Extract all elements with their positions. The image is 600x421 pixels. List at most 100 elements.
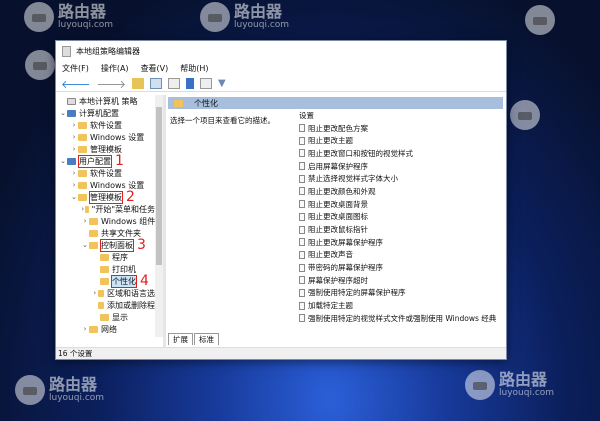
expand-chevron-icon[interactable]: › <box>81 217 89 225</box>
policy-icon <box>299 136 305 145</box>
setting-item[interactable]: 加载特定主题 <box>293 299 503 312</box>
properties-icon[interactable] <box>200 78 212 89</box>
folder-icon <box>89 217 98 225</box>
setting-item[interactable]: 屏幕保护程序超时 <box>293 274 503 287</box>
tree-item[interactable]: 本地计算机 策略 <box>57 95 163 107</box>
setting-item[interactable]: 阻止更改鼠标指针 <box>293 223 503 236</box>
watermark <box>525 5 555 35</box>
menu-item[interactable]: 查看(V) <box>141 63 169 74</box>
tree-item[interactable]: 程序 <box>57 251 163 263</box>
policy-icon <box>299 301 305 310</box>
tab-extended[interactable]: 扩展 <box>168 333 193 345</box>
window-title: 本地组策略编辑器 <box>76 46 140 56</box>
setting-item[interactable]: 阻止更改配色方案 <box>293 122 503 135</box>
setting-item[interactable]: 阻止更改桌面图标 <box>293 211 503 224</box>
up-folder-icon[interactable] <box>132 78 144 89</box>
policy-icon <box>299 174 305 183</box>
setting-label: 阻止更改桌面图标 <box>308 212 368 222</box>
setting-item[interactable]: 启用屏幕保护程序 <box>293 160 503 173</box>
setting-item[interactable]: 带密码的屏幕保护程序 <box>293 261 503 274</box>
expand-chevron-icon[interactable]: › <box>70 181 78 189</box>
folder-icon <box>67 109 76 117</box>
details-pane: 个性化 选择一个项目来查看它的描述。 设置 阻止更改配色方案 阻止更改主题阻止更改… <box>166 95 505 347</box>
tree-item[interactable]: 个性化 4 <box>57 274 163 288</box>
toolbar: 🡐 🡒 ▼ <box>56 76 506 92</box>
folder-icon <box>78 133 87 141</box>
expand-chevron-icon[interactable]: ⌄ <box>59 157 67 165</box>
tree-item[interactable]: › "开始"菜单和任务栏 <box>57 203 163 215</box>
setting-item[interactable]: 强制使用特定的屏幕保护程序 <box>293 287 503 300</box>
setting-label: 阻止更改窗口和按钮的视觉样式 <box>308 148 413 158</box>
tree-item-label: 网络 <box>101 324 117 334</box>
tree-item[interactable]: ⌄ 用户配置 1 <box>57 153 163 169</box>
setting-item[interactable]: 阻止更改颜色和外观 <box>293 185 503 198</box>
setting-label: 带密码的屏幕保护程序 <box>308 263 383 273</box>
setting-item[interactable]: 阻止更改屏幕保护程序 <box>293 236 503 249</box>
setting-item[interactable]: 强制使用特定的视觉样式文件或强制使用 Windows 经典 <box>293 312 503 325</box>
tree-item-label: Windows 设置 <box>90 180 145 190</box>
expand-chevron-icon[interactable]: ⌄ <box>81 241 89 249</box>
folder-icon <box>89 241 98 249</box>
tree-item[interactable]: ⌄ 计算机配置 <box>57 107 163 119</box>
tree-item[interactable]: › 管理模板 <box>57 143 163 155</box>
tree-item[interactable]: 显示 <box>57 311 163 323</box>
setting-label: 阻止更改主题 <box>308 136 353 146</box>
tree-item-label: Windows 设置 <box>90 132 145 142</box>
tree-item[interactable]: › 软件设置 <box>57 167 163 179</box>
expand-chevron-icon[interactable]: › <box>81 325 89 333</box>
tree-item[interactable]: 共享文件夹 <box>57 227 163 239</box>
back-icon[interactable]: 🡐 <box>61 77 91 91</box>
tree-item[interactable]: › Windows 设置 <box>57 131 163 143</box>
details-header: 个性化 <box>168 97 503 109</box>
filter-icon[interactable]: ▼ <box>218 78 226 89</box>
tree-item[interactable]: ⌄ 控制面板 3 <box>57 238 163 252</box>
folder-icon <box>78 181 87 189</box>
setting-item[interactable]: 阻止更改声音 <box>293 249 503 262</box>
policy-icon <box>299 288 305 297</box>
tree-item[interactable]: › 区域和语言选项 <box>57 287 163 299</box>
forward-icon[interactable]: 🡒 <box>97 77 127 91</box>
tree-item[interactable]: › 软件设置 <box>57 119 163 131</box>
menu-item[interactable]: 帮助(H) <box>180 63 208 74</box>
description-text: 选择一个项目来查看它的描述。 <box>170 116 275 125</box>
setting-item[interactable]: 阻止更改主题 <box>293 134 503 147</box>
expand-chevron-icon[interactable]: ⌄ <box>59 109 67 117</box>
expand-chevron-icon[interactable]: › <box>70 169 78 177</box>
folder-icon <box>67 97 76 105</box>
menu-item[interactable]: 操作(A) <box>101 63 129 74</box>
tab-standard[interactable]: 标准 <box>194 333 219 345</box>
policy-icon <box>299 250 305 259</box>
policy-icon <box>299 225 305 234</box>
setting-item[interactable]: 阻止更改窗口和按钮的视觉样式 <box>293 147 503 160</box>
setting-item[interactable]: 阻止更改桌面背景 <box>293 198 503 211</box>
policy-icon <box>299 187 305 196</box>
status-bar: 16 个设置 <box>56 347 506 359</box>
expand-chevron-icon[interactable]: › <box>70 145 78 153</box>
tree-item-label: 计算机配置 <box>79 108 119 118</box>
setting-label: 屏幕保护程序超时 <box>308 275 368 285</box>
expand-chevron-icon[interactable]: ⌄ <box>70 193 78 201</box>
step-number: 1 <box>115 153 124 169</box>
watermark: 路由器 luyouqi.com <box>200 2 289 32</box>
tree-item[interactable]: › Windows 组件 <box>57 215 163 227</box>
column-header-settings[interactable]: 设置 <box>293 109 503 122</box>
show-hide-tree-icon[interactable] <box>150 78 162 89</box>
tree-item[interactable]: › Windows 设置 <box>57 179 163 191</box>
expand-chevron-icon[interactable]: › <box>70 121 78 129</box>
help-icon[interactable] <box>186 78 194 89</box>
tree-item-label: 个性化 <box>111 274 137 288</box>
folder-icon <box>78 169 87 177</box>
tree-item[interactable]: 添加或删除程序 <box>57 299 163 311</box>
tree-scrollbar[interactable] <box>155 95 163 337</box>
app-icon <box>62 45 71 57</box>
tree-item[interactable]: › 网络 <box>57 323 163 335</box>
setting-label: 阻止更改屏幕保护程序 <box>308 237 383 247</box>
expand-chevron-icon[interactable]: › <box>92 289 98 297</box>
setting-item[interactable]: 禁止选择视觉样式字体大小 <box>293 172 503 185</box>
setting-label: 阻止更改颜色和外观 <box>308 186 376 196</box>
export-list-icon[interactable] <box>168 78 180 89</box>
menu-item[interactable]: 文件(F) <box>62 63 89 74</box>
expand-chevron-icon[interactable]: › <box>70 133 78 141</box>
policy-icon <box>299 149 305 158</box>
tree-item[interactable]: ⌄ 管理模板 2 <box>57 190 163 204</box>
